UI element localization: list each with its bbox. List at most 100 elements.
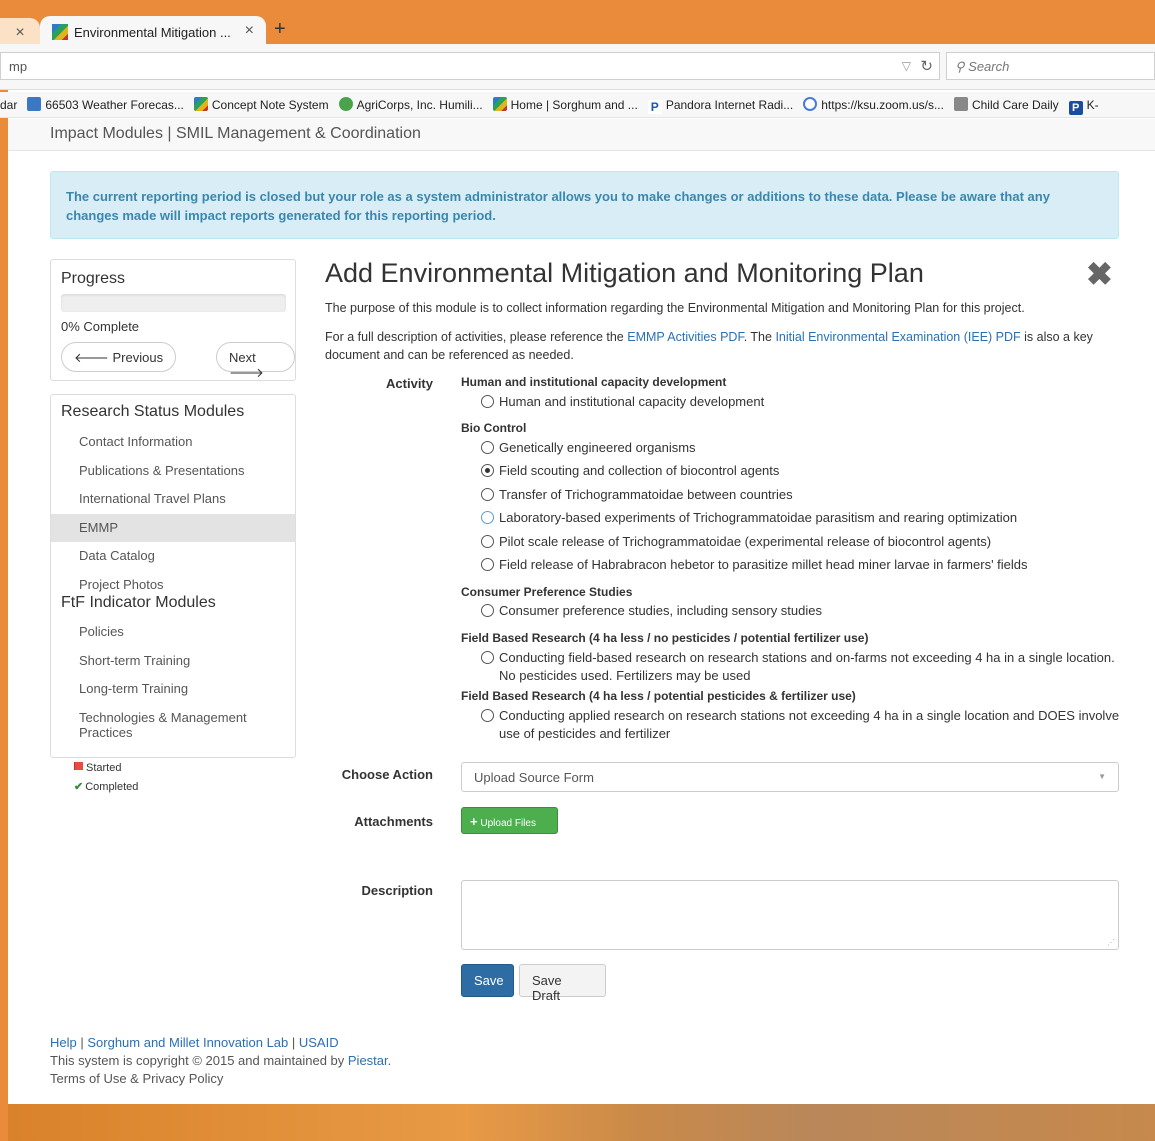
bookmarks-bar: dar 66503 Weather Forecas... Concept Note … (0, 92, 1155, 118)
radio-label: Conducting applied research on research … (499, 708, 1120, 741)
reporting-period-alert: The current reporting period is closed b… (50, 171, 1119, 239)
radio-button[interactable] (481, 464, 494, 477)
weather-icon (27, 97, 42, 111)
help-link[interactable]: Help (50, 1035, 77, 1050)
close-icon[interactable]: ✖ (1086, 255, 1113, 293)
bookmark-item[interactable]: AgriCorps, Inc. Humili... (338, 97, 483, 112)
legend-completed: ✔ Completed (74, 780, 138, 793)
activity-radio-option[interactable]: Field scouting and collection of biocont… (481, 462, 1121, 480)
sidebar-module-item[interactable]: Contact Information (51, 428, 295, 456)
description-textarea[interactable]: ⋰ (461, 880, 1119, 950)
sidebar-module-item[interactable]: Publications & Presentations (51, 457, 295, 485)
usaid-link[interactable]: USAID (299, 1035, 339, 1050)
emmp-activities-link[interactable]: EMMP Activities PDF (627, 330, 743, 344)
new-tab-icon[interactable]: + (274, 18, 286, 41)
activity-radio-option[interactable]: Consumer preference studies, including s… (481, 602, 1121, 620)
bookmark-label: Concept Note System (211, 98, 329, 112)
footer-links: Help | Sorghum and Millet Innovation Lab… (50, 1034, 391, 1052)
activity-radio-option[interactable]: Human and institutional capacity develop… (481, 393, 1121, 411)
smil-icon (193, 97, 208, 111)
bookmark-item[interactable]: dar (0, 98, 17, 112)
bookmark-item[interactable]: Home | Sorghum and ... (492, 97, 638, 112)
radio-button[interactable] (481, 488, 494, 501)
bookmark-item[interactable]: P Pandora Internet Radi... (647, 98, 793, 114)
radio-label: Genetically engineered organisms (499, 440, 696, 455)
bookmark-label: 66503 Weather Forecas... (45, 98, 184, 112)
bookmark-label: https://ksu.zoom.us/s... (821, 98, 944, 112)
bookmark-item[interactable]: 66503 Weather Forecas... (27, 97, 184, 112)
iee-pdf-link[interactable]: Initial Environmental Examination (IEE) … (775, 330, 1020, 344)
choose-action-select[interactable]: Upload Source Form ▼ (461, 762, 1119, 792)
url-text: mp (9, 59, 28, 74)
smil-icon (492, 97, 507, 111)
terms-link[interactable]: Terms of Use & Privacy Policy (50, 1070, 391, 1088)
upload-files-label: Upload Files (480, 818, 536, 829)
radio-button[interactable] (481, 604, 494, 617)
progress-title: Progress (61, 270, 126, 287)
bookmark-item[interactable]: Child Care Daily (953, 97, 1059, 112)
activity-radio-option[interactable]: Pilot scale release of Trichogrammatoida… (481, 533, 1121, 551)
bookmark-item[interactable]: https://ksu.zoom.us/s... (803, 97, 944, 112)
search-input[interactable]: ⚲ Search (946, 52, 1155, 80)
radio-button[interactable] (481, 651, 494, 664)
url-input[interactable]: mp ▽ ↻ (0, 52, 940, 80)
resize-grip-icon[interactable]: ⋰ (1107, 938, 1115, 947)
copyright-text: This system is copyright © 2015 and main… (50, 1052, 391, 1070)
copyright-suffix: . (387, 1053, 392, 1068)
bookmark-item[interactable]: P K- (1068, 98, 1099, 115)
choose-action-value: Upload Source Form (474, 770, 594, 785)
sidebar-module-item[interactable]: Long-term Training (51, 675, 295, 703)
radio-label: Transfer of Trichogrammatoidae between c… (499, 487, 793, 502)
sidebar-module-item[interactable]: Data Catalog (51, 542, 295, 570)
bookmark-item[interactable]: Concept Note System (193, 97, 329, 112)
piestar-link[interactable]: Piestar (348, 1053, 388, 1068)
radio-button[interactable] (481, 395, 494, 408)
next-button[interactable]: Next 🡒 (216, 342, 295, 380)
footer-separator: | (288, 1035, 299, 1050)
tab-close-icon[interactable]: × (245, 22, 254, 40)
sidebar-module-item[interactable]: EMMP (51, 513, 295, 542)
activity-radio-option[interactable]: Field release of Habrabracon hebetor to … (481, 556, 1121, 574)
radio-label: Consumer preference studies, including s… (499, 603, 823, 618)
progress-label: 0% Complete (61, 319, 140, 334)
activity-radio-option[interactable]: Genetically engineered organisms (481, 439, 1121, 457)
previous-button[interactable]: 🡐 Previous (61, 342, 177, 372)
progress-bar (61, 294, 286, 312)
radio-button[interactable] (481, 709, 494, 722)
bookmark-label: dar (0, 98, 18, 112)
app-title[interactable]: Impact Modules | SMIL Management & Coord… (50, 125, 421, 143)
activity-radio-option[interactable]: Conducting applied research on research … (481, 707, 1121, 743)
choose-action-label: Choose Action (341, 767, 433, 782)
legend-completed-label: Completed (85, 781, 139, 793)
upload-files-button[interactable]: + Upload Files (461, 807, 558, 834)
radio-label: Field scouting and collection of biocont… (499, 463, 780, 478)
radio-button[interactable] (481, 511, 494, 524)
description-label: Description (361, 883, 433, 898)
activity-group-heading: Consumer Preference Studies (461, 585, 633, 599)
radio-button[interactable] (481, 558, 494, 571)
reload-icon[interactable]: ↻ (920, 57, 933, 75)
reference-prefix: For a full description of activities, pl… (325, 330, 628, 344)
plus-icon: + (470, 814, 478, 829)
bookmark-label: AgriCorps, Inc. Humili... (356, 98, 483, 112)
radio-button[interactable] (481, 441, 494, 454)
save-draft-button[interactable]: Save Draft (519, 964, 606, 1003)
activity-radio-option[interactable]: Conducting field-based research on resea… (481, 649, 1121, 685)
sidebar-module-item[interactable]: Short-term Training (51, 647, 295, 675)
sidebar-module-item[interactable]: Technologies & Management Practices (51, 704, 295, 748)
chevron-down-icon: ▼ (1098, 772, 1106, 781)
app-header: Impact Modules | SMIL Management & Coord… (8, 119, 1155, 151)
tab-title: Environmental Mitigation ... (74, 25, 231, 40)
activity-radio-option[interactable]: Transfer of Trichogrammatoidae between c… (481, 486, 1121, 504)
purpose-text: The purpose of this module is to collect… (325, 301, 1025, 315)
smil-link[interactable]: Sorghum and Millet Innovation Lab (87, 1035, 288, 1050)
sidebar-module-item[interactable]: Policies (51, 618, 295, 646)
activity-radio-option[interactable]: Laboratory-based experiments of Trichogr… (481, 509, 1121, 527)
save-button[interactable]: Save (461, 964, 514, 997)
sidebar-module-item[interactable]: International Travel Plans (51, 485, 295, 513)
history-dropdown-icon[interactable]: ▽ (902, 59, 911, 73)
address-bar: mp ▽ ↻ ⚲ Search (0, 44, 1155, 90)
radio-button[interactable] (481, 535, 494, 548)
bookmark-label: Home | Sorghum and ... (510, 98, 638, 112)
bookmark-label: K- (1086, 98, 1099, 112)
